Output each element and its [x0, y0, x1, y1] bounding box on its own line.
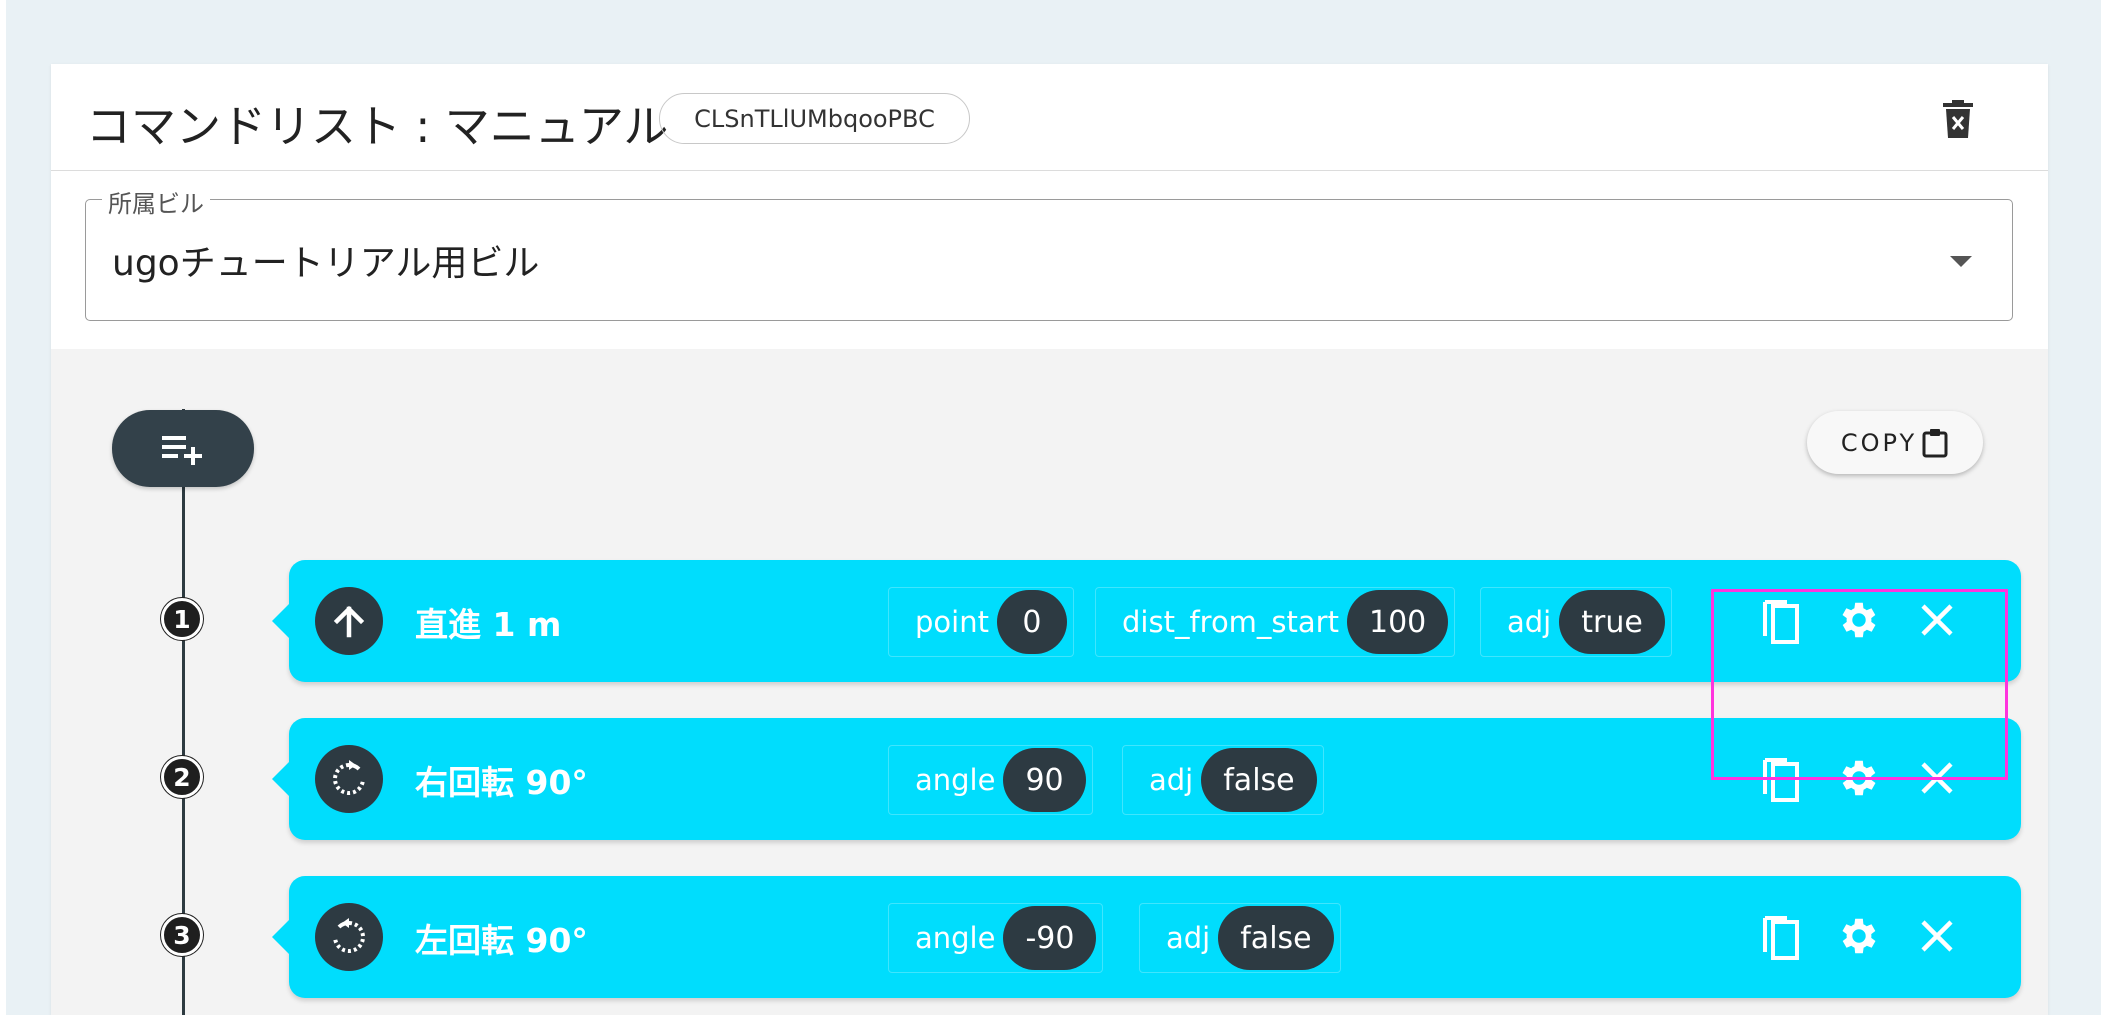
step-number: 1: [161, 598, 203, 640]
step-number: 2: [161, 756, 203, 798]
param-value: -90: [1003, 906, 1097, 970]
command-title: 右回転 90°: [415, 763, 588, 802]
command-list-id-chip: CLSnTLlUMbqooPBC: [659, 93, 970, 144]
param-label: angle: [915, 921, 996, 955]
param-angle: angle -90: [888, 903, 1104, 973]
param-value: 90: [1003, 748, 1086, 812]
rotate-right-icon: [315, 745, 383, 813]
card-header: コマンドリスト : マニュアル CLSnTLlUMbqooPBC: [51, 64, 2048, 171]
copy-button[interactable]: COPY: [1807, 411, 1983, 474]
param-angle: angle 90: [888, 745, 1093, 815]
page-edge: [0, 0, 6, 1015]
duplicate-icon[interactable]: [1751, 905, 1811, 967]
param-adj: adj false: [1122, 745, 1324, 815]
command-title: 直進 1 m: [415, 605, 562, 644]
command-list-card: コマンドリスト : マニュアル CLSnTLlUMbqooPBC 所属ビル ug…: [51, 64, 2048, 1015]
param-value: 100: [1346, 590, 1449, 654]
param-value: true: [1559, 590, 1665, 654]
param-label: adj: [1507, 605, 1552, 639]
param-label: angle: [915, 763, 996, 797]
playlist-add-icon: [162, 435, 202, 465]
highlight-box: [1711, 589, 2008, 780]
building-select-value: ugoチュートリアル用ビル: [112, 243, 540, 284]
gear-icon[interactable]: [1829, 905, 1889, 967]
param-label: adj: [1149, 763, 1194, 797]
param-adj: adj false: [1139, 903, 1341, 973]
command-card[interactable]: 左回転 90° angle -90 adj false: [272, 876, 2021, 998]
page-title: コマンドリスト : マニュアル: [86, 100, 669, 153]
param-label: point: [915, 605, 989, 639]
param-label: adj: [1166, 921, 1211, 955]
clipboard-icon: [1922, 428, 1948, 457]
param-point: point 0: [888, 587, 1074, 657]
step-number: 3: [161, 914, 203, 956]
param-value: false: [1201, 748, 1317, 812]
chevron-down-icon[interactable]: [1950, 256, 1972, 267]
close-icon[interactable]: [1907, 905, 1967, 967]
building-select-label: 所属ビル: [102, 184, 210, 219]
param-dist-from-start: dist_from_start 100: [1095, 587, 1456, 657]
arrow-up-icon: [315, 587, 383, 655]
param-value: false: [1218, 906, 1334, 970]
copy-button-label: COPY: [1840, 428, 1918, 457]
building-select[interactable]: 所属ビル ugoチュートリアル用ビル: [85, 184, 2013, 321]
param-value: 0: [996, 590, 1067, 654]
delete-list-icon[interactable]: [1933, 94, 1983, 144]
rotate-left-icon: [315, 903, 383, 971]
param-label: dist_from_start: [1122, 605, 1339, 639]
param-adj: adj true: [1480, 587, 1672, 657]
command-title: 左回転 90°: [415, 921, 588, 960]
add-command-button[interactable]: [112, 410, 254, 487]
